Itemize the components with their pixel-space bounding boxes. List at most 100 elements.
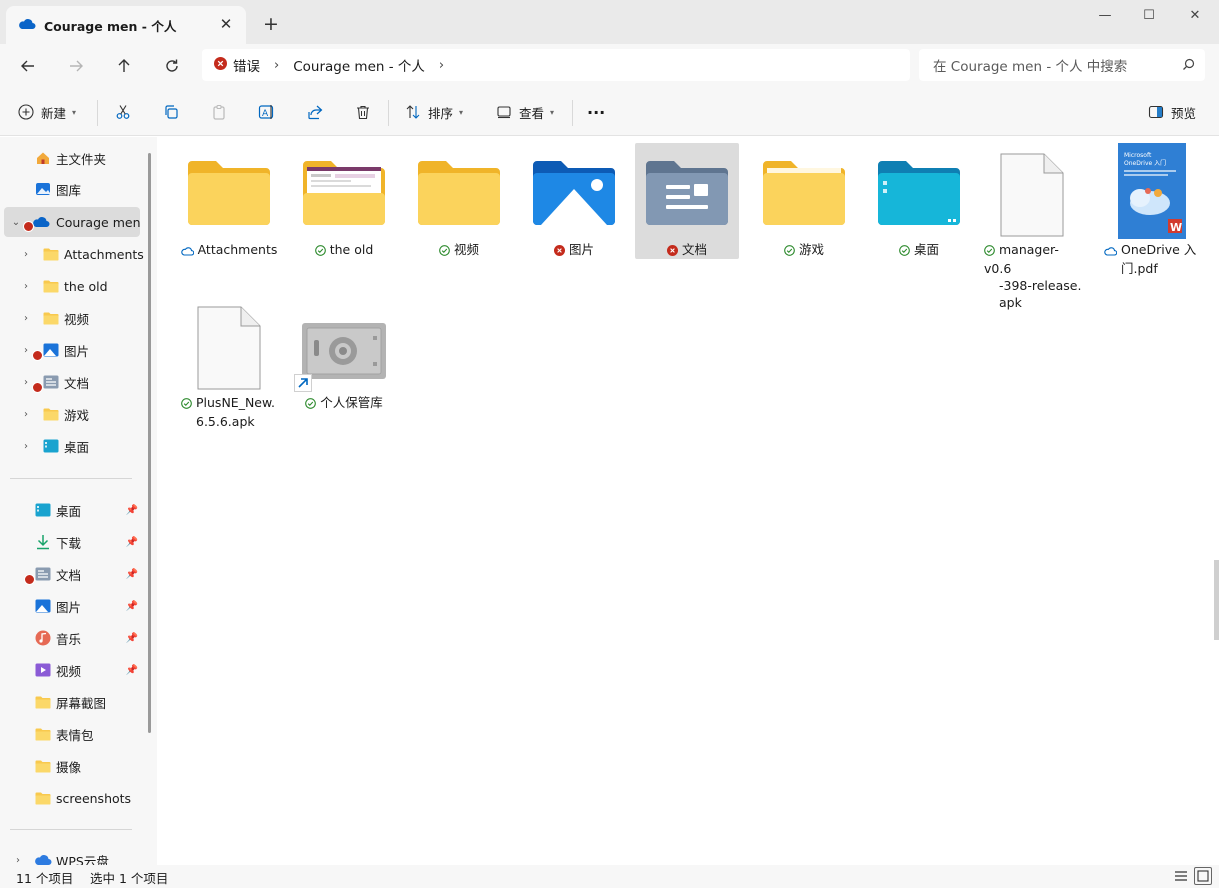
sidebar-item-pictures[interactable]: › 图片 — [4, 335, 140, 365]
chevron-right-icon[interactable]: › — [20, 441, 32, 452]
chevron-right-icon[interactable]: › — [20, 377, 32, 388]
sidebar-scrollbar[interactable] — [148, 153, 151, 733]
sidebar-item-attachments[interactable]: › Attachments — [4, 239, 144, 269]
file-name: 桌面 — [867, 241, 971, 260]
sidebar-item-label: 屏幕截图 — [56, 695, 107, 711]
sidebar-item-label: 表情包 — [56, 727, 94, 743]
sidebar-item-videos[interactable]: › 视频 — [4, 303, 140, 333]
sidebar-item-label: 桌面 — [64, 439, 90, 455]
sidebar-item-quick-videos[interactable]: 视频 📌 — [4, 655, 140, 685]
up-button[interactable] — [108, 50, 140, 82]
chevron-right-icon[interactable]: › — [20, 313, 32, 324]
close-tab-button[interactable]: ✕ — [216, 14, 236, 34]
file-item-documents[interactable]: 文档 — [635, 143, 739, 259]
file-item-personal-vault[interactable]: 个人保管库 — [292, 296, 396, 412]
share-button[interactable] — [307, 97, 323, 127]
tiles-view-icon — [1197, 870, 1209, 882]
sidebar-item-documents[interactable]: › 文档 — [4, 367, 140, 397]
sort-button[interactable]: 排序 ▾ — [405, 97, 463, 127]
tab-title: Courage men - 个人 — [44, 18, 177, 34]
sidebar-item-onedrive[interactable]: ⌄ Courage men — [4, 207, 141, 237]
file-item-games[interactable]: 游戏 — [752, 143, 856, 259]
forward-button[interactable] — [60, 50, 92, 82]
refresh-button[interactable] — [156, 50, 188, 82]
sidebar-item-games[interactable]: › 游戏 — [4, 399, 140, 429]
sidebar-item-label: 游戏 — [64, 407, 90, 423]
sidebar-item-label: 文档 — [64, 375, 90, 391]
chevron-right-icon[interactable]: › — [12, 855, 24, 866]
file-item-pictures[interactable]: 图片 — [522, 143, 626, 259]
sidebar-item-quick-downloads[interactable]: 下载 📌 — [4, 527, 140, 557]
sidebar-item-label: 主文件夹 — [56, 151, 107, 167]
sidebar-item-stickers[interactable]: 表情包 — [4, 719, 140, 749]
sidebar-item-label: WPS云盘 — [56, 853, 109, 866]
address-bar[interactable]: 错误 › Courage men - 个人 › — [202, 49, 910, 81]
maximize-button[interactable]: ☐ — [1126, 4, 1172, 28]
chevron-right-icon[interactable]: › — [20, 345, 32, 356]
sidebar-item-quick-desktop[interactable]: 桌面 📌 — [4, 495, 140, 525]
title-bar: Courage men - 个人 ✕ + — ☐ ✕ — [0, 0, 1219, 44]
navigation-row: 错误 › Courage men - 个人 › 在 Courage men - … — [0, 44, 1219, 88]
pin-icon: 📌 — [125, 536, 138, 548]
copy-button[interactable] — [163, 97, 179, 127]
trash-icon — [357, 105, 369, 120]
sidebar-item-the-old[interactable]: › the old — [4, 271, 140, 301]
search-input[interactable]: 在 Courage men - 个人 中搜索 — [919, 49, 1205, 81]
large-icons-view-button[interactable] — [1194, 867, 1212, 885]
tab-courage-men[interactable]: Courage men - 个人 ✕ — [6, 6, 246, 44]
delete-button[interactable] — [355, 97, 371, 127]
minimize-button[interactable]: — — [1082, 4, 1128, 28]
details-view-button[interactable] — [1172, 867, 1190, 885]
breadcrumb-chevron-icon[interactable]: › — [274, 58, 279, 73]
plus-circle-icon — [18, 104, 34, 120]
folder-icon — [34, 789, 52, 807]
sidebar-item-screenshots-cn[interactable]: 屏幕截图 — [4, 687, 140, 717]
sidebar-item-quick-music[interactable]: 音乐 📌 — [4, 623, 140, 653]
chevron-right-icon[interactable]: › — [20, 249, 32, 260]
sidebar-item-label: 文档 — [56, 567, 82, 583]
folder-icon — [34, 757, 52, 775]
sidebar-item-wps-cloud[interactable]: › WPS云盘 — [4, 845, 140, 865]
file-item-manager-apk[interactable]: manager-v0.6 -398-release. apk — [980, 143, 1084, 310]
breadcrumb-courage-men[interactable]: Courage men - 个人 — [293, 55, 425, 75]
file-name: 图片 — [522, 241, 626, 260]
file-icon — [988, 151, 1076, 237]
view-button[interactable]: 查看 ▾ — [496, 97, 554, 127]
file-name: 文档 — [635, 241, 739, 260]
sidebar-item-home[interactable]: 主文件夹 — [4, 143, 140, 173]
sidebar-item-camera[interactable]: 摄像 — [4, 751, 140, 781]
file-item-desktop[interactable]: 桌面 — [867, 143, 971, 259]
file-item-the-old[interactable]: the old — [292, 143, 396, 259]
sidebar-item-screenshots[interactable]: screenshots — [4, 783, 140, 813]
sidebar-item-quick-pictures[interactable]: 图片 📌 — [4, 591, 140, 621]
breadcrumb-chevron-icon[interactable]: › — [439, 58, 444, 73]
preview-pane-button[interactable]: 预览 — [1148, 97, 1196, 127]
new-button[interactable]: 新建 ▾ — [18, 97, 76, 127]
new-tab-button[interactable]: + — [258, 12, 284, 38]
file-item-plusne-apk[interactable]: PlusNE_New. 6.5.6.apk — [177, 296, 281, 429]
onedrive-cloud-icon — [18, 18, 36, 33]
chevron-right-icon[interactable]: › — [20, 281, 32, 292]
chevron-down-icon[interactable]: ⌄ — [10, 217, 22, 228]
paste-button[interactable] — [211, 97, 227, 127]
sidebar-item-desktop[interactable]: › 桌面 — [4, 431, 140, 461]
breadcrumb-error[interactable]: 错误 — [233, 55, 260, 75]
back-button[interactable] — [12, 50, 44, 82]
cut-button[interactable] — [115, 97, 131, 127]
view-icon — [497, 106, 511, 119]
close-window-button[interactable]: ✕ — [1172, 4, 1218, 28]
forward-arrow-icon — [70, 60, 83, 72]
folder-preview-icon — [300, 151, 388, 227]
desktop-icon — [34, 501, 52, 519]
search-icon — [1182, 58, 1195, 75]
file-item-videos[interactable]: 视频 — [407, 143, 511, 259]
sidebar-item-gallery[interactable]: 图库 — [4, 174, 140, 204]
file-item-onedrive-pdf[interactable]: Microsoft OneDrive 入门 W OneDrive 入 门.pdf — [1100, 143, 1204, 276]
rename-icon: A — [258, 105, 274, 119]
file-item-attachments[interactable]: Attachments — [177, 143, 281, 259]
rename-button[interactable]: A — [258, 97, 276, 127]
sidebar-item-quick-documents[interactable]: 文档 📌 — [4, 559, 140, 589]
svg-text:W: W — [1170, 221, 1182, 234]
chevron-right-icon[interactable]: › — [20, 409, 32, 420]
more-options-button[interactable]: ··· — [587, 97, 605, 127]
